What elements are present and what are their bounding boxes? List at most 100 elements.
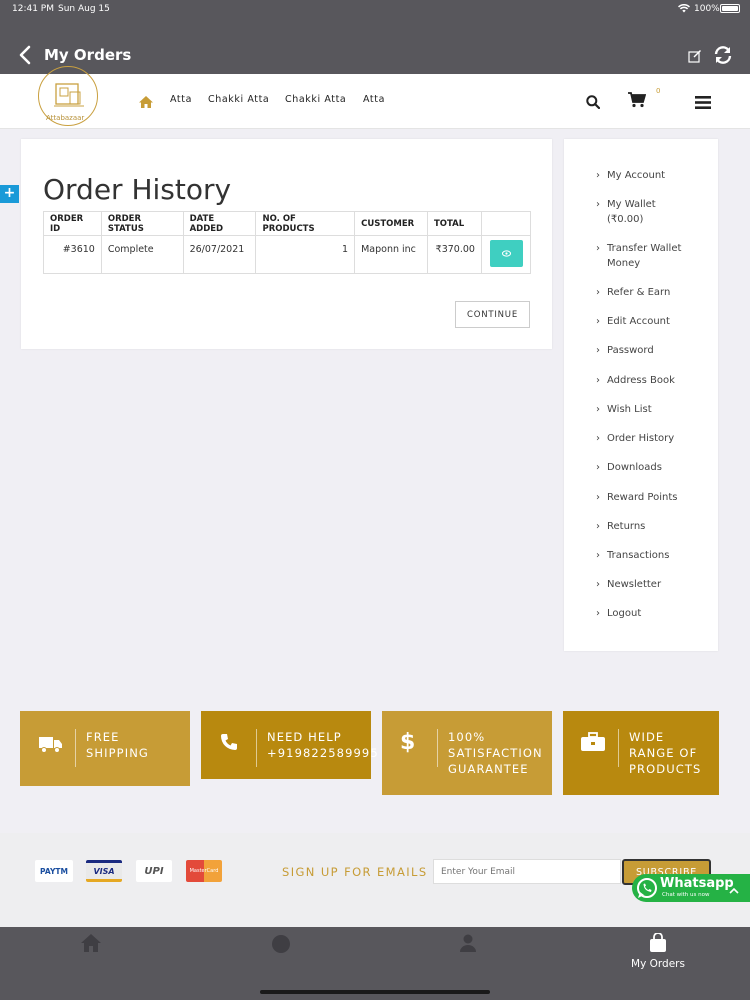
cell-order-id: #3610	[43, 235, 102, 274]
paytm-logo: PAYTM	[35, 860, 73, 882]
sidebar-item-downloads[interactable]: › Downloads	[596, 460, 716, 475]
sidebar-item-wish-list[interactable]: › Wish List	[596, 402, 716, 417]
visa-logo: VISA	[86, 860, 122, 882]
tab-my-orders[interactable]: My Orders	[613, 927, 703, 987]
feature-divider	[256, 729, 257, 767]
bottom-tab-bar: My Orders	[0, 927, 750, 1000]
feature-line: SHIPPING	[86, 746, 149, 760]
tab-home[interactable]	[46, 927, 136, 987]
whatsapp-subtitle: Chat with us now	[662, 892, 710, 898]
menu-icon[interactable]	[695, 94, 711, 113]
chevron-up-icon	[729, 880, 739, 899]
feature-line: 100%	[448, 730, 486, 744]
sidebar-item-order-history[interactable]: › Order History	[596, 431, 716, 446]
user-icon	[460, 934, 476, 952]
feature-need-help: NEED HELP +919822589995	[201, 711, 378, 779]
nav-item-chakki-atta-2[interactable]: Chakki Atta	[285, 94, 346, 105]
feature-line: RANGE OF	[629, 746, 698, 760]
side-tab-expand[interactable]: +	[0, 185, 19, 203]
cell-products: 1	[255, 235, 356, 274]
battery-percent: 100%	[694, 4, 720, 14]
edit-icon[interactable]	[688, 48, 702, 67]
whatsapp-title: Whatsapp	[660, 876, 734, 891]
nav-item-atta-2[interactable]: Atta	[363, 94, 385, 105]
logo-text: Attabazaar	[46, 114, 85, 122]
continue-button[interactable]: CONTINUE	[455, 301, 530, 328]
home-icon	[81, 934, 101, 952]
upi-logo: UPI	[136, 860, 172, 882]
col-customer: CUSTOMER	[354, 211, 428, 236]
home-indicator	[260, 990, 490, 994]
cell-action	[480, 235, 532, 274]
feature-line: GUARANTEE	[448, 762, 529, 776]
tab-categories[interactable]	[236, 927, 326, 987]
eye-icon	[501, 250, 511, 257]
cell-date-added: 26/07/2021	[182, 235, 257, 274]
status-bar: 12:41 PM Sun Aug 15 100%	[0, 0, 750, 18]
signup-label: SIGN UP FOR EMAILS	[282, 865, 428, 879]
sidebar-item-my-wallet[interactable]: › My Wallet (₹0.00)	[596, 197, 686, 227]
sidebar-item-reward-points[interactable]: › Reward Points	[596, 490, 716, 505]
nav-item-atta[interactable]: Atta	[170, 94, 192, 105]
phone-icon	[220, 733, 238, 755]
search-icon[interactable]	[586, 94, 601, 113]
refresh-icon[interactable]	[713, 45, 733, 69]
sidebar-item-returns[interactable]: › Returns	[596, 519, 716, 534]
whatsapp-chat-button[interactable]: Whatsapp Chat with us now	[632, 874, 750, 902]
sidebar-item-edit-account[interactable]: › Edit Account	[596, 314, 716, 329]
col-date-added: DATE ADDED	[182, 211, 257, 236]
categories-icon	[272, 935, 290, 953]
status-time: 12:41 PM	[12, 4, 54, 14]
cart-icon[interactable]	[628, 92, 647, 112]
col-no-of-products: NO. OF PRODUCTS	[255, 211, 356, 236]
sidebar-item-newsletter[interactable]: › Newsletter	[596, 577, 716, 592]
cart-count: 0	[656, 87, 661, 95]
feature-phone[interactable]: +919822589995	[267, 745, 379, 761]
sidebar-item-logout[interactable]: › Logout	[596, 606, 716, 621]
sidebar-item-address-book[interactable]: › Address Book	[596, 373, 716, 388]
feature-line: WIDE	[629, 730, 665, 744]
feature-line: NEED HELP	[267, 730, 342, 744]
email-input[interactable]	[433, 859, 621, 884]
whatsapp-icon	[636, 877, 658, 903]
col-order-status: ORDER STATUS	[100, 211, 184, 236]
back-icon[interactable]	[18, 45, 32, 69]
battery-icon	[720, 4, 740, 13]
app-bar: My Orders	[0, 18, 750, 74]
nav-item-chakki-atta[interactable]: Chakki Atta	[208, 94, 269, 105]
status-date: Sun Aug 15	[58, 4, 110, 14]
order-history-panel: Order History ORDER ID ORDER STATUS DATE…	[21, 139, 552, 349]
table-header-row: ORDER ID ORDER STATUS DATE ADDED NO. OF …	[43, 211, 532, 236]
sidebar-item-transactions[interactable]: › Transactions	[596, 548, 716, 563]
site-header: Attabazaar Atta Chakki Atta Chakki Atta …	[0, 66, 750, 129]
feature-wide-range: WIDE RANGE OF PRODUCTS	[563, 711, 719, 795]
feature-divider	[437, 729, 438, 767]
feature-free-shipping: FREE SHIPPING	[20, 711, 190, 786]
feature-divider	[75, 729, 76, 767]
truck-icon	[39, 735, 63, 757]
sidebar-item-transfer-wallet-money[interactable]: › Transfer Wallet Money	[596, 241, 711, 271]
view-order-button[interactable]	[489, 240, 523, 267]
briefcase-icon	[581, 732, 605, 756]
sidebar-item-refer-earn[interactable]: › Refer & Earn	[596, 285, 716, 300]
tab-label-my-orders: My Orders	[631, 958, 685, 970]
feature-satisfaction-guarantee: $ 100% SATISFACTION GUARANTEE	[382, 711, 552, 795]
feature-line: SATISFACTION	[448, 746, 543, 760]
shopping-bag-icon	[650, 933, 666, 952]
col-order-id: ORDER ID	[43, 211, 102, 236]
col-action	[480, 211, 532, 236]
table-row: #3610 Complete 26/07/2021 1 Maponn inc ₹…	[43, 235, 532, 274]
home-icon[interactable]	[139, 93, 153, 112]
dollar-icon: $	[400, 730, 416, 755]
feature-line: FREE	[86, 730, 120, 744]
sidebar-item-password[interactable]: › Password	[596, 343, 716, 358]
wifi-icon	[678, 3, 690, 16]
feature-line: PRODUCTS	[629, 762, 702, 776]
page-title: Order History	[43, 173, 232, 206]
cell-order-status: Complete	[100, 235, 184, 274]
cell-total: ₹370.00	[426, 235, 482, 274]
tab-account[interactable]	[423, 927, 513, 987]
account-sidebar: › My Account › My Wallet (₹0.00) › Transfer…	[564, 139, 718, 651]
sidebar-item-my-account[interactable]: › My Account	[596, 168, 716, 183]
col-total: TOTAL	[426, 211, 482, 236]
